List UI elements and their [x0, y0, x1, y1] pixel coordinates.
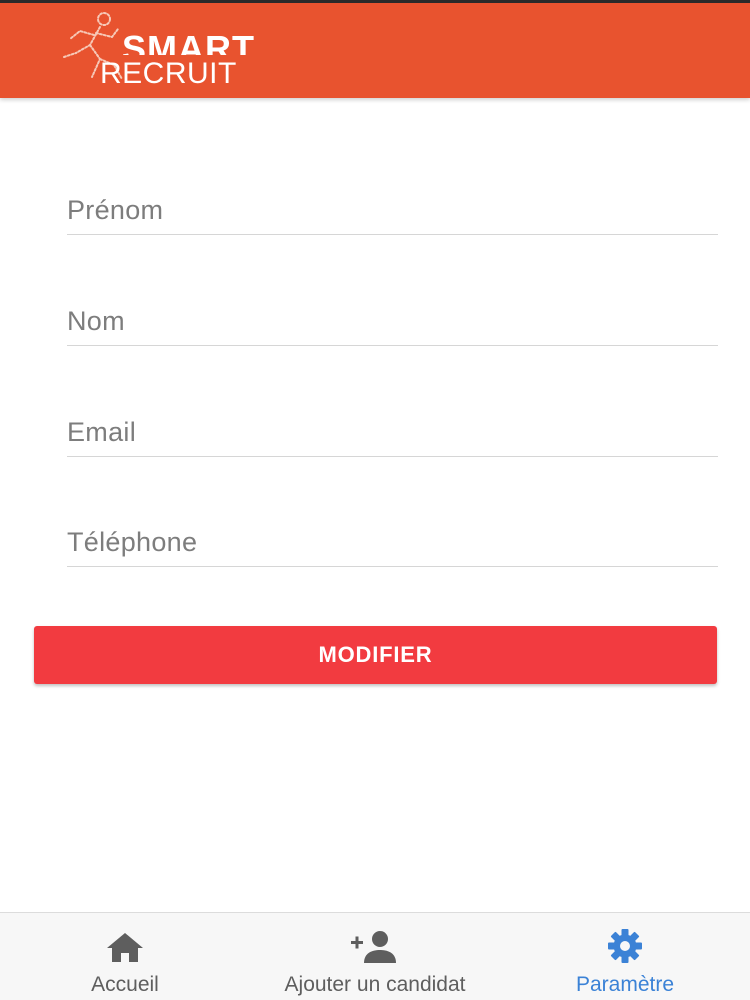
prenom-input[interactable]	[67, 195, 718, 226]
email-input[interactable]	[67, 417, 718, 448]
telephone-field[interactable]	[67, 507, 718, 567]
telephone-input[interactable]	[67, 527, 718, 558]
tab-parametre-label: Paramètre	[575, 973, 675, 996]
smart-recruit-logo: SMART RECRUIT	[56, 7, 306, 93]
logo-text-smart: SMART	[122, 31, 255, 55]
tab-accueil-label: Accueil	[91, 973, 159, 996]
add-person-icon	[351, 931, 396, 963]
gear-icon	[608, 929, 642, 963]
bottom-tab-bar: Accueil Ajouter un candidat Paramètre	[0, 912, 750, 1000]
tab-accueil[interactable]: Accueil	[40, 913, 210, 1000]
tab-ajouter-candidat-label: Ajouter un candidat	[284, 973, 466, 996]
modifier-button[interactable]: MODIFIER	[34, 626, 717, 684]
logo-text-recruit: RECRUIT	[100, 57, 237, 90]
prenom-field[interactable]	[67, 175, 718, 235]
settings-screen: SMART RECRUIT MODIFIER Accueil Ajo	[0, 0, 750, 1000]
nom-field[interactable]	[67, 286, 718, 346]
nom-input[interactable]	[67, 306, 718, 337]
app-header: SMART RECRUIT	[0, 0, 750, 98]
home-icon	[107, 933, 143, 962]
tab-ajouter-candidat[interactable]: Ajouter un candidat	[250, 913, 500, 1000]
email-field[interactable]	[67, 397, 718, 457]
tab-parametre[interactable]: Paramètre	[540, 913, 710, 1000]
